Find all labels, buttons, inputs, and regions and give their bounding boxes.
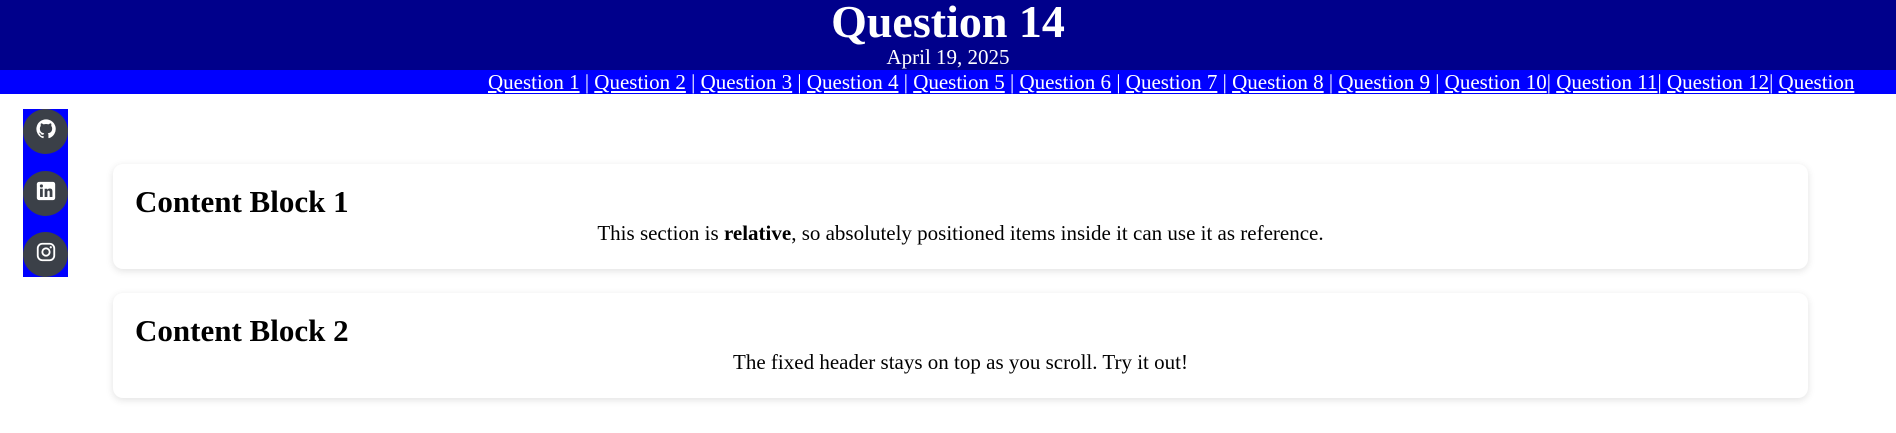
nav-separator: | bbox=[1546, 70, 1557, 94]
text-before: This section is bbox=[597, 221, 724, 245]
instagram-icon bbox=[35, 241, 57, 268]
content-block-2-text: The fixed header stays on top as you scr… bbox=[733, 350, 1188, 374]
nav-link-question-8[interactable]: Question 8 bbox=[1232, 70, 1324, 94]
nav-link-question-2[interactable]: Question 2 bbox=[594, 70, 686, 94]
nav-link-question-3[interactable]: Question 3 bbox=[701, 70, 793, 94]
page-title: Question 14 bbox=[831, 0, 1065, 47]
nav-separator: | bbox=[792, 70, 807, 94]
nav-separator: | bbox=[1769, 70, 1779, 94]
text-after: , so absolutely positioned items inside … bbox=[791, 221, 1324, 245]
nav-link-question-4[interactable]: Question 4 bbox=[807, 70, 899, 94]
content-block-1: Content Block 1 This section is relative… bbox=[113, 164, 1808, 269]
instagram-link[interactable] bbox=[23, 232, 68, 277]
nav-link-question-1[interactable]: Question 1 bbox=[488, 70, 580, 94]
nav-separator: | bbox=[1004, 70, 1020, 94]
nav-separator: | bbox=[685, 70, 701, 94]
nav-link-question-9[interactable]: Question 9 bbox=[1338, 70, 1430, 94]
github-icon bbox=[35, 118, 57, 145]
nav-separator: | bbox=[579, 70, 595, 94]
nav-link-question-13[interactable]: Question bbox=[1779, 70, 1855, 94]
content-block-2: Content Block 2 The fixed header stays o… bbox=[113, 293, 1808, 398]
content-block-1-title: Content Block 1 bbox=[135, 184, 349, 219]
question-navbar: Question 1 | Question 2 | Question 3 | Q… bbox=[0, 70, 1896, 94]
nav-link-question-10[interactable]: Question 10 bbox=[1445, 70, 1547, 94]
nav-link-question-5[interactable]: Question 5 bbox=[913, 70, 1005, 94]
nav-separator: | bbox=[1323, 70, 1339, 94]
linkedin-link[interactable] bbox=[23, 171, 68, 216]
content-block-2-title: Content Block 2 bbox=[135, 313, 349, 348]
nav-separator: | bbox=[1429, 70, 1445, 94]
nav-separator: | bbox=[1217, 70, 1233, 94]
page-header: Question 14 April 19, 2025 bbox=[0, 0, 1896, 70]
nav-separator: | bbox=[1657, 70, 1667, 94]
nav-link-question-12[interactable]: Question 12 bbox=[1667, 70, 1769, 94]
nav-separator: | bbox=[898, 70, 914, 94]
page-date: April 19, 2025 bbox=[886, 45, 1010, 69]
nav-separator: | bbox=[1111, 70, 1126, 94]
nav-link-question-6[interactable]: Question 6 bbox=[1019, 70, 1111, 94]
nav-links: Question 1 | Question 2 | Question 3 | Q… bbox=[488, 70, 1854, 94]
github-link[interactable] bbox=[23, 109, 68, 154]
nav-link-question-11[interactable]: Question 11 bbox=[1556, 70, 1657, 94]
social-sidebar bbox=[23, 109, 68, 277]
content-block-1-text: This section is relative, so absolutely … bbox=[113, 220, 1808, 246]
linkedin-icon bbox=[35, 180, 57, 207]
nav-link-question-7[interactable]: Question 7 bbox=[1126, 70, 1218, 94]
text-bold: relative bbox=[723, 221, 792, 245]
